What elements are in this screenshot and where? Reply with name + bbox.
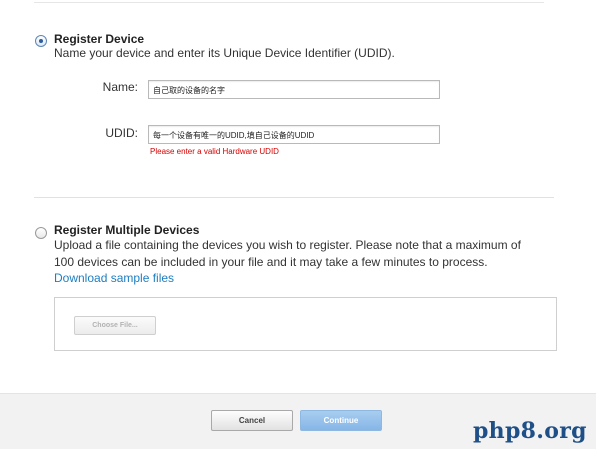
- watermark-logo: php8.org: [473, 418, 587, 444]
- cancel-button[interactable]: Cancel: [211, 410, 293, 431]
- udid-error-message: Please enter a valid Hardware UDID: [150, 147, 279, 156]
- udid-label: UDID:: [105, 126, 138, 140]
- download-sample-files-link[interactable]: Download sample files: [54, 271, 174, 285]
- register-multiple-description-line1: Upload a file containing the devices you…: [54, 238, 521, 252]
- register-device-radio[interactable]: [35, 35, 47, 47]
- register-multiple-description-line2: 100 devices can be included in your file…: [54, 255, 488, 269]
- register-multiple-radio[interactable]: [35, 227, 47, 239]
- device-name-input[interactable]: 自己取的设备的名字: [148, 80, 440, 99]
- continue-button[interactable]: Continue: [300, 410, 382, 431]
- udid-input[interactable]: 每一个设备有唯一的UDID,填自己设备的UDID: [148, 125, 440, 144]
- name-label: Name:: [102, 80, 138, 94]
- radio-selected-dot: [39, 39, 43, 43]
- top-divider: [34, 0, 544, 3]
- register-device-description: Name your device and enter its Unique De…: [54, 46, 395, 60]
- register-device-title: Register Device: [54, 32, 145, 46]
- choose-file-button[interactable]: Choose File...: [74, 316, 156, 335]
- section-divider: [34, 197, 554, 198]
- register-multiple-title: Register Multiple Devices: [54, 223, 200, 237]
